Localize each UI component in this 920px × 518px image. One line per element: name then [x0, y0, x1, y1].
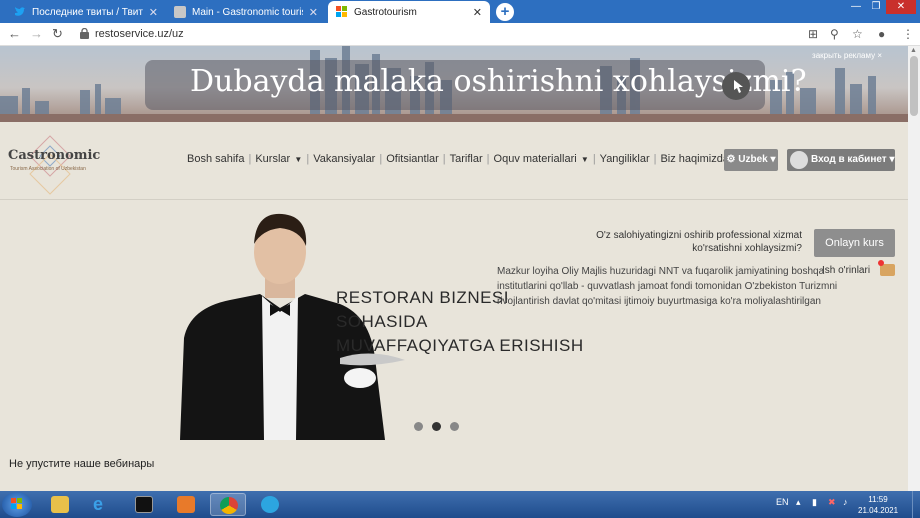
menu-item-about[interactable]: Biz haqimizda: [656, 153, 732, 165]
chevron-down-icon: ▾: [770, 154, 776, 165]
tray-arrow-icon[interactable]: ▴: [796, 497, 801, 508]
browser-tab-strip: Последние твиты / Твиттер ✕ Main - Gastr…: [0, 0, 920, 23]
telegram-icon: [261, 496, 279, 513]
taskbar-chrome[interactable]: [210, 493, 246, 516]
menu-item-courses[interactable]: Kurslar ▼: [251, 153, 306, 165]
lock-icon[interactable]: [80, 27, 89, 39]
windows-taskbar: e EN ▴ ▮ ✖ ♪ 11:59 21.04.2021: [0, 491, 920, 518]
login-label: Вход в кабинет: [811, 154, 887, 165]
address-bar[interactable]: restoservice.uz/uz: [95, 28, 184, 40]
logo-name: Castronomic: [8, 148, 101, 163]
taskbar-telegram[interactable]: [252, 493, 288, 516]
cta-question: O'z salohiyatingizni oshirib professiona…: [596, 230, 802, 254]
new-tab-button[interactable]: +: [496, 3, 514, 21]
site-logo[interactable]: Castronomic Tourism Association of Uzbek…: [8, 134, 100, 196]
taskbar-clock[interactable]: 11:59 21.04.2021: [858, 494, 898, 516]
menu-item-news[interactable]: Yangiliklar: [596, 153, 654, 165]
clock-date: 21.04.2021: [858, 506, 899, 515]
clock-time: 11:59: [868, 495, 888, 504]
page-scrollbar[interactable]: ▲: [908, 46, 920, 491]
twitter-icon: [14, 6, 26, 18]
bookmark-star-icon[interactable]: ☆: [852, 27, 863, 41]
menu-item-waiters[interactable]: Ofitsiantlar: [382, 153, 443, 165]
close-tab-icon[interactable]: ✕: [309, 6, 318, 19]
tab-gastrotourism[interactable]: Gastrotourism ✕: [328, 1, 490, 23]
tab-gastronomic[interactable]: Main - Gastronomic tourism Association ✕: [166, 1, 326, 23]
menu-dots-icon[interactable]: ⋮: [902, 27, 914, 41]
internet-explorer-icon: e: [93, 494, 104, 514]
tab-title: Main - Gastronomic tourism Association: [192, 6, 303, 18]
slider-dots: [414, 422, 468, 431]
menu-item-home[interactable]: Bosh sahifa: [183, 153, 248, 165]
menu-item-vacancies[interactable]: Vakansiyalar: [309, 153, 379, 165]
taskbar-ie[interactable]: e: [84, 493, 120, 516]
show-desktop-button[interactable]: [912, 491, 920, 518]
site-icon: [174, 6, 186, 18]
taskbar-cmd[interactable]: [126, 493, 162, 516]
tab-title: Gastrotourism: [354, 6, 417, 18]
windows-logo-icon: [11, 498, 22, 509]
close-ad-link[interactable]: закрыть рекламу ×: [812, 51, 882, 60]
speaker-icon[interactable]: ♪: [843, 497, 848, 507]
forward-icon[interactable]: →: [30, 26, 43, 41]
scrollbar-thumb[interactable]: [910, 56, 918, 116]
tab-title: Последние твиты / Твиттер: [32, 6, 143, 18]
chevron-down-icon: ▼: [292, 155, 303, 164]
translate-icon[interactable]: ⊞: [808, 27, 818, 41]
menu-item-materials[interactable]: Oquv materiallari ▼: [490, 153, 593, 165]
menu-item-label: Kurslar: [255, 153, 291, 165]
volume-muted-icon[interactable]: ✖: [828, 497, 836, 508]
tab-twitter[interactable]: Последние твиты / Твиттер ✕: [6, 1, 166, 23]
hero-heading-line: MUVAFFAQIYATGA ERISHISH: [336, 336, 584, 355]
zoom-icon[interactable]: ⚲: [830, 27, 839, 41]
ad-headline[interactable]: Dubayda malaka oshirishni xohlaysizmi?: [190, 64, 807, 99]
start-button[interactable]: [2, 492, 32, 517]
windows-icon: [336, 6, 348, 18]
media-player-icon: [177, 496, 195, 513]
input-language[interactable]: EN: [776, 497, 789, 507]
taskbar-explorer[interactable]: [42, 493, 78, 516]
hero-description: Mazkur loyiha Oliy Majlis huzuridagi NNT…: [497, 266, 838, 307]
close-tab-icon[interactable]: ✕: [473, 6, 482, 19]
notification-dot: [878, 260, 884, 266]
login-button[interactable]: Вход в кабинет ▾: [787, 149, 895, 171]
slider-dot-active[interactable]: [432, 422, 441, 431]
taskbar-media[interactable]: [168, 493, 204, 516]
profile-icon[interactable]: ●: [878, 27, 885, 41]
folder-icon: [51, 496, 69, 513]
briefcase-icon[interactable]: [878, 260, 895, 276]
chrome-icon: [220, 497, 238, 514]
network-icon[interactable]: ▮: [812, 497, 817, 508]
browser-toolbar: ← → ↻ restoservice.uz/uz ⊞ ⚲ ☆ ● ⋮: [0, 23, 920, 46]
window-controls: — ❐ ✕: [846, 0, 916, 14]
ad-banner[interactable]: Dubayda malaka oshirishni xohlaysizmi? з…: [0, 46, 908, 122]
minimize-icon[interactable]: —: [846, 0, 866, 14]
slider-dot[interactable]: [450, 422, 459, 431]
webinar-section-title: Не упустите наше вебинары: [9, 458, 155, 470]
language-icon: ⚙: [726, 154, 736, 165]
scroll-up-icon[interactable]: ▲: [910, 47, 917, 54]
close-tab-icon[interactable]: ✕: [149, 6, 158, 19]
avatar: [790, 151, 808, 169]
jobs-link[interactable]: Ish o'rinlari: [822, 265, 870, 276]
chevron-down-icon: ▾: [889, 154, 895, 165]
close-window-icon[interactable]: ✕: [886, 0, 916, 14]
language-label: Uzbek: [738, 154, 768, 165]
maximize-icon[interactable]: ❐: [866, 0, 886, 14]
reload-icon[interactable]: ↻: [52, 26, 63, 42]
menu-item-label: Oquv materiallari: [493, 153, 577, 165]
hero-heading-line: SOHASIDA: [336, 312, 428, 331]
online-course-button[interactable]: Onlayn kurs: [814, 229, 895, 257]
menu-item-tariffs[interactable]: Tariflar: [446, 153, 487, 165]
terminal-icon: [135, 496, 153, 513]
chevron-down-icon: ▼: [578, 155, 589, 164]
logo-emblem-icon: [29, 135, 71, 195]
logo-tagline: Tourism Association of Uzbekistan: [10, 166, 86, 172]
slider-dot[interactable]: [414, 422, 423, 431]
ad-cursor-icon: [722, 72, 750, 100]
back-icon[interactable]: ←: [8, 26, 21, 41]
main-menu: Bosh sahifa | Kurslar ▼ | Vakansiyalar | Of…: [183, 153, 733, 165]
language-dropdown[interactable]: ⚙ Uzbek ▾: [724, 149, 778, 171]
